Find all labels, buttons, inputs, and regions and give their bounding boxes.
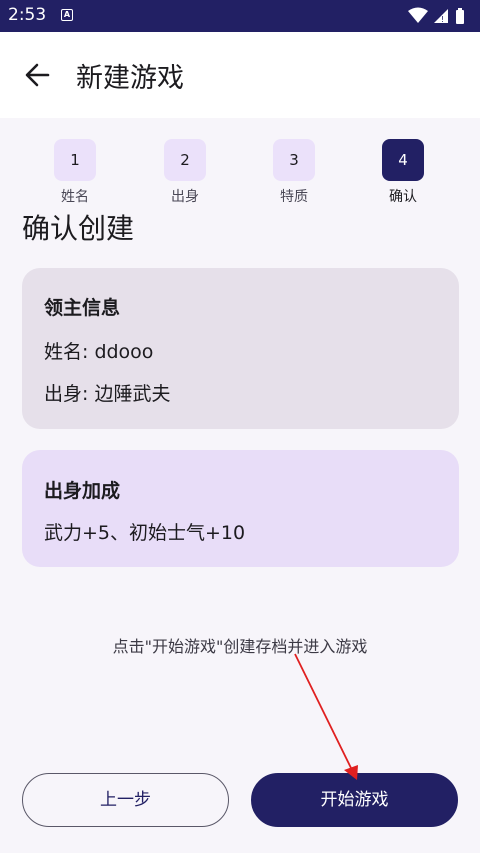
section-title: 确认创建 bbox=[22, 212, 135, 245]
lord-info-title: 领主信息 bbox=[44, 297, 121, 319]
origin-bonus-title: 出身加成 bbox=[44, 480, 121, 502]
step-3-badge[interactable]: 3 bbox=[273, 139, 315, 181]
status-time: 2:53 bbox=[8, 5, 47, 25]
step-4-badge[interactable]: 4 bbox=[382, 139, 424, 181]
system-notification-icon: A bbox=[61, 9, 73, 21]
signal-icon: ! bbox=[434, 9, 448, 24]
step-4-label: 确认 bbox=[389, 189, 417, 205]
origin-bonus-text: 武力+5、初始士气+10 bbox=[44, 522, 246, 544]
status-bar: 2:53 A ! bbox=[0, 0, 480, 32]
step-3-label: 特质 bbox=[280, 189, 308, 205]
page-title: 新建游戏 bbox=[76, 63, 184, 94]
start-game-button[interactable]: 开始游戏 bbox=[251, 773, 458, 827]
back-arrow-icon[interactable] bbox=[22, 59, 54, 91]
app-bar: 新建游戏 bbox=[0, 32, 480, 118]
step-1-label: 姓名 bbox=[61, 189, 89, 205]
lord-origin-line: 出身: 边陲武夫 bbox=[44, 383, 171, 405]
step-1-badge[interactable]: 1 bbox=[54, 139, 96, 181]
svg-text:!: ! bbox=[441, 15, 444, 24]
origin-bonus-card: 出身加成 武力+5、初始士气+10 bbox=[22, 450, 459, 567]
battery-icon bbox=[456, 8, 464, 24]
lord-name-line: 姓名: ddooo bbox=[44, 341, 154, 363]
previous-step-button[interactable]: 上一步 bbox=[22, 773, 229, 827]
start-hint-text: 点击"开始游戏"创建存档并进入游戏 bbox=[112, 637, 368, 656]
status-icons: ! bbox=[408, 7, 464, 24]
annotation-arrow-line bbox=[294, 653, 353, 771]
lord-info-card: 领主信息 姓名: ddooo 出身: 边陲武夫 bbox=[22, 268, 459, 429]
step-2-badge[interactable]: 2 bbox=[164, 139, 206, 181]
step-2-label: 出身 bbox=[171, 189, 199, 205]
wifi-icon bbox=[408, 7, 428, 23]
